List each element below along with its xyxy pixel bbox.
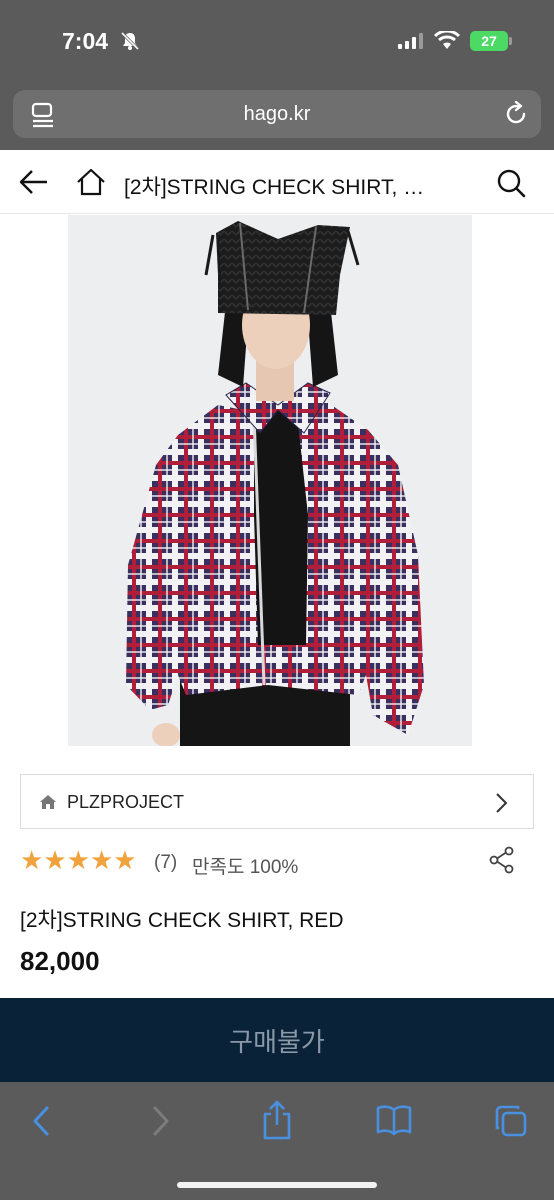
url-text: hago.kr (243, 103, 311, 125)
browser-chrome: hago.kr (0, 86, 554, 150)
product-price: 82,000 (20, 946, 100, 976)
battery-nub (509, 37, 512, 45)
tabs-icon[interactable] (494, 1104, 528, 1143)
reload-icon[interactable] (503, 100, 529, 132)
safari-share-icon[interactable] (261, 1100, 293, 1145)
battery-level: 27 (470, 31, 508, 51)
chevron-right-icon (494, 792, 508, 819)
signal-icon (398, 33, 424, 54)
home-indicator (177, 1182, 377, 1188)
buy-button[interactable]: 구매불가 (0, 998, 554, 1082)
product-name: [2차]STRING CHECK SHIRT, RED (20, 909, 344, 932)
star-icon: ★ (113, 846, 137, 876)
satisfaction-text: 만족도 100% (192, 857, 299, 878)
safari-back-icon[interactable] (30, 1104, 52, 1143)
page-title: [2차]STRING CHECK SHIRT, RED (124, 176, 434, 199)
brand-name: PLZPROJECT (67, 792, 185, 812)
address-bar[interactable]: hago.kr (13, 90, 541, 138)
brand-link[interactable]: PLZPROJECT (20, 774, 534, 829)
star-icon: ★ (20, 846, 44, 876)
review-count[interactable]: (7) (154, 852, 177, 874)
wifi-icon (433, 29, 461, 56)
rating-row: ★ ★ ★ ★ ★ (7) 만족도 100% (20, 846, 534, 879)
star-rating: ★ ★ ★ ★ ★ (20, 848, 137, 874)
back-arrow-icon[interactable] (18, 168, 48, 201)
page-header: [2차]STRING CHECK SHIRT, RED (0, 150, 554, 214)
search-icon[interactable] (496, 168, 526, 203)
bookmarks-icon[interactable] (376, 1104, 412, 1141)
product-image[interactable] (68, 215, 472, 746)
star-icon: ★ (43, 846, 67, 876)
safari-forward-icon[interactable] (150, 1104, 172, 1143)
status-bar: 7:04 27 (0, 0, 554, 86)
home-icon[interactable] (76, 167, 106, 202)
star-icon: ★ (89, 846, 114, 876)
share-icon[interactable] (488, 846, 516, 879)
browser-toolbar (0, 1082, 554, 1200)
buy-button-label: 구매불가 (229, 1027, 325, 1057)
star-icon: ★ (66, 846, 90, 876)
brand-home-icon (39, 794, 57, 815)
status-time: 7:04 (62, 28, 109, 54)
bell-slash-icon (120, 31, 140, 56)
